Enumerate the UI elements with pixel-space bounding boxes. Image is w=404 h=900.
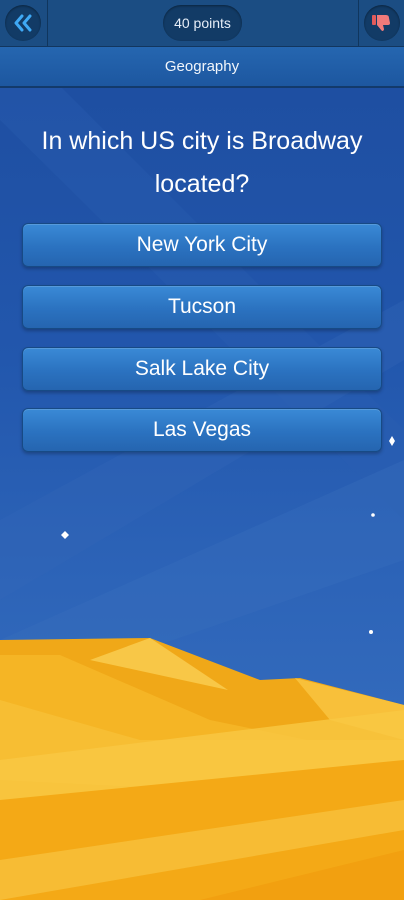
back-cell bbox=[0, 0, 48, 46]
answer-button-2[interactable]: Tucson bbox=[22, 285, 382, 329]
points-badge: 40 points bbox=[163, 5, 242, 41]
top-bar: 40 points bbox=[0, 0, 404, 47]
star-icon bbox=[369, 630, 373, 634]
answer-button-1[interactable]: New York City bbox=[22, 223, 382, 267]
question-text: In which US city is Broadway located? bbox=[41, 127, 363, 198]
dislike-button[interactable] bbox=[364, 5, 400, 41]
double-chevron-left-icon bbox=[14, 14, 32, 32]
back-button[interactable] bbox=[5, 5, 41, 41]
answer-button-3[interactable]: Salk Lake City bbox=[22, 347, 382, 391]
star-icon bbox=[371, 513, 375, 517]
thumbs-down-icon bbox=[372, 15, 390, 31]
dislike-cell bbox=[358, 0, 404, 46]
category-title: Geography bbox=[0, 47, 404, 88]
answer-button-4[interactable]: Las Vegas bbox=[22, 408, 382, 452]
quiz-screen: 40 points Geography In which US city is … bbox=[0, 0, 404, 900]
